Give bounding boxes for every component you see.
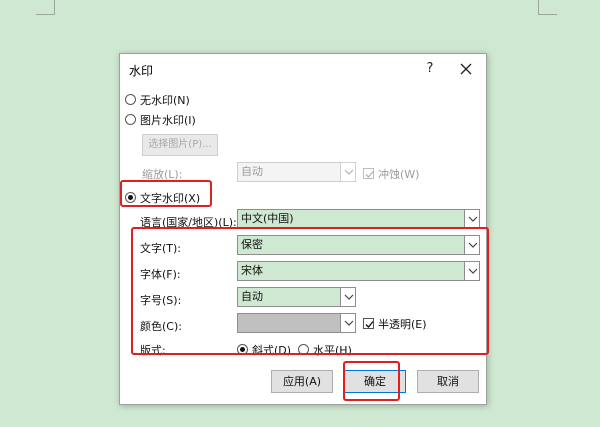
check-icon xyxy=(365,171,374,178)
language-select[interactable]: 中文(中国) xyxy=(237,209,465,229)
scale-dropdown-button[interactable] xyxy=(340,162,356,182)
no-watermark-label[interactable]: 无水印(N) xyxy=(140,92,190,108)
page-corner-mark xyxy=(36,0,55,15)
highlight-text-settings xyxy=(131,227,489,355)
language-dropdown-button[interactable] xyxy=(464,209,480,229)
highlight-ok-button xyxy=(343,361,400,401)
select-picture-button[interactable]: 选择图片(P)... xyxy=(142,134,218,156)
help-button[interactable]: ? xyxy=(420,59,440,79)
washout-label[interactable]: 冲蚀(W) xyxy=(378,166,419,182)
chevron-down-icon xyxy=(344,169,354,175)
apply-button[interactable]: 应用(A) xyxy=(271,370,333,393)
picture-watermark-label[interactable]: 图片水印(I) xyxy=(140,112,196,128)
picture-watermark-radio[interactable] xyxy=(125,114,136,125)
highlight-text-watermark-option xyxy=(120,180,212,207)
page-corner-mark xyxy=(538,0,557,15)
washout-checkbox[interactable] xyxy=(363,168,374,179)
no-watermark-radio[interactable] xyxy=(125,94,136,105)
chevron-down-icon xyxy=(468,216,478,222)
title-bar: 水印 ? xyxy=(120,54,486,84)
scale-select[interactable]: 自动 xyxy=(237,162,341,182)
close-icon[interactable] xyxy=(456,59,476,79)
dialog-title: 水印 xyxy=(129,64,154,78)
cancel-button[interactable]: 取消 xyxy=(417,370,479,393)
